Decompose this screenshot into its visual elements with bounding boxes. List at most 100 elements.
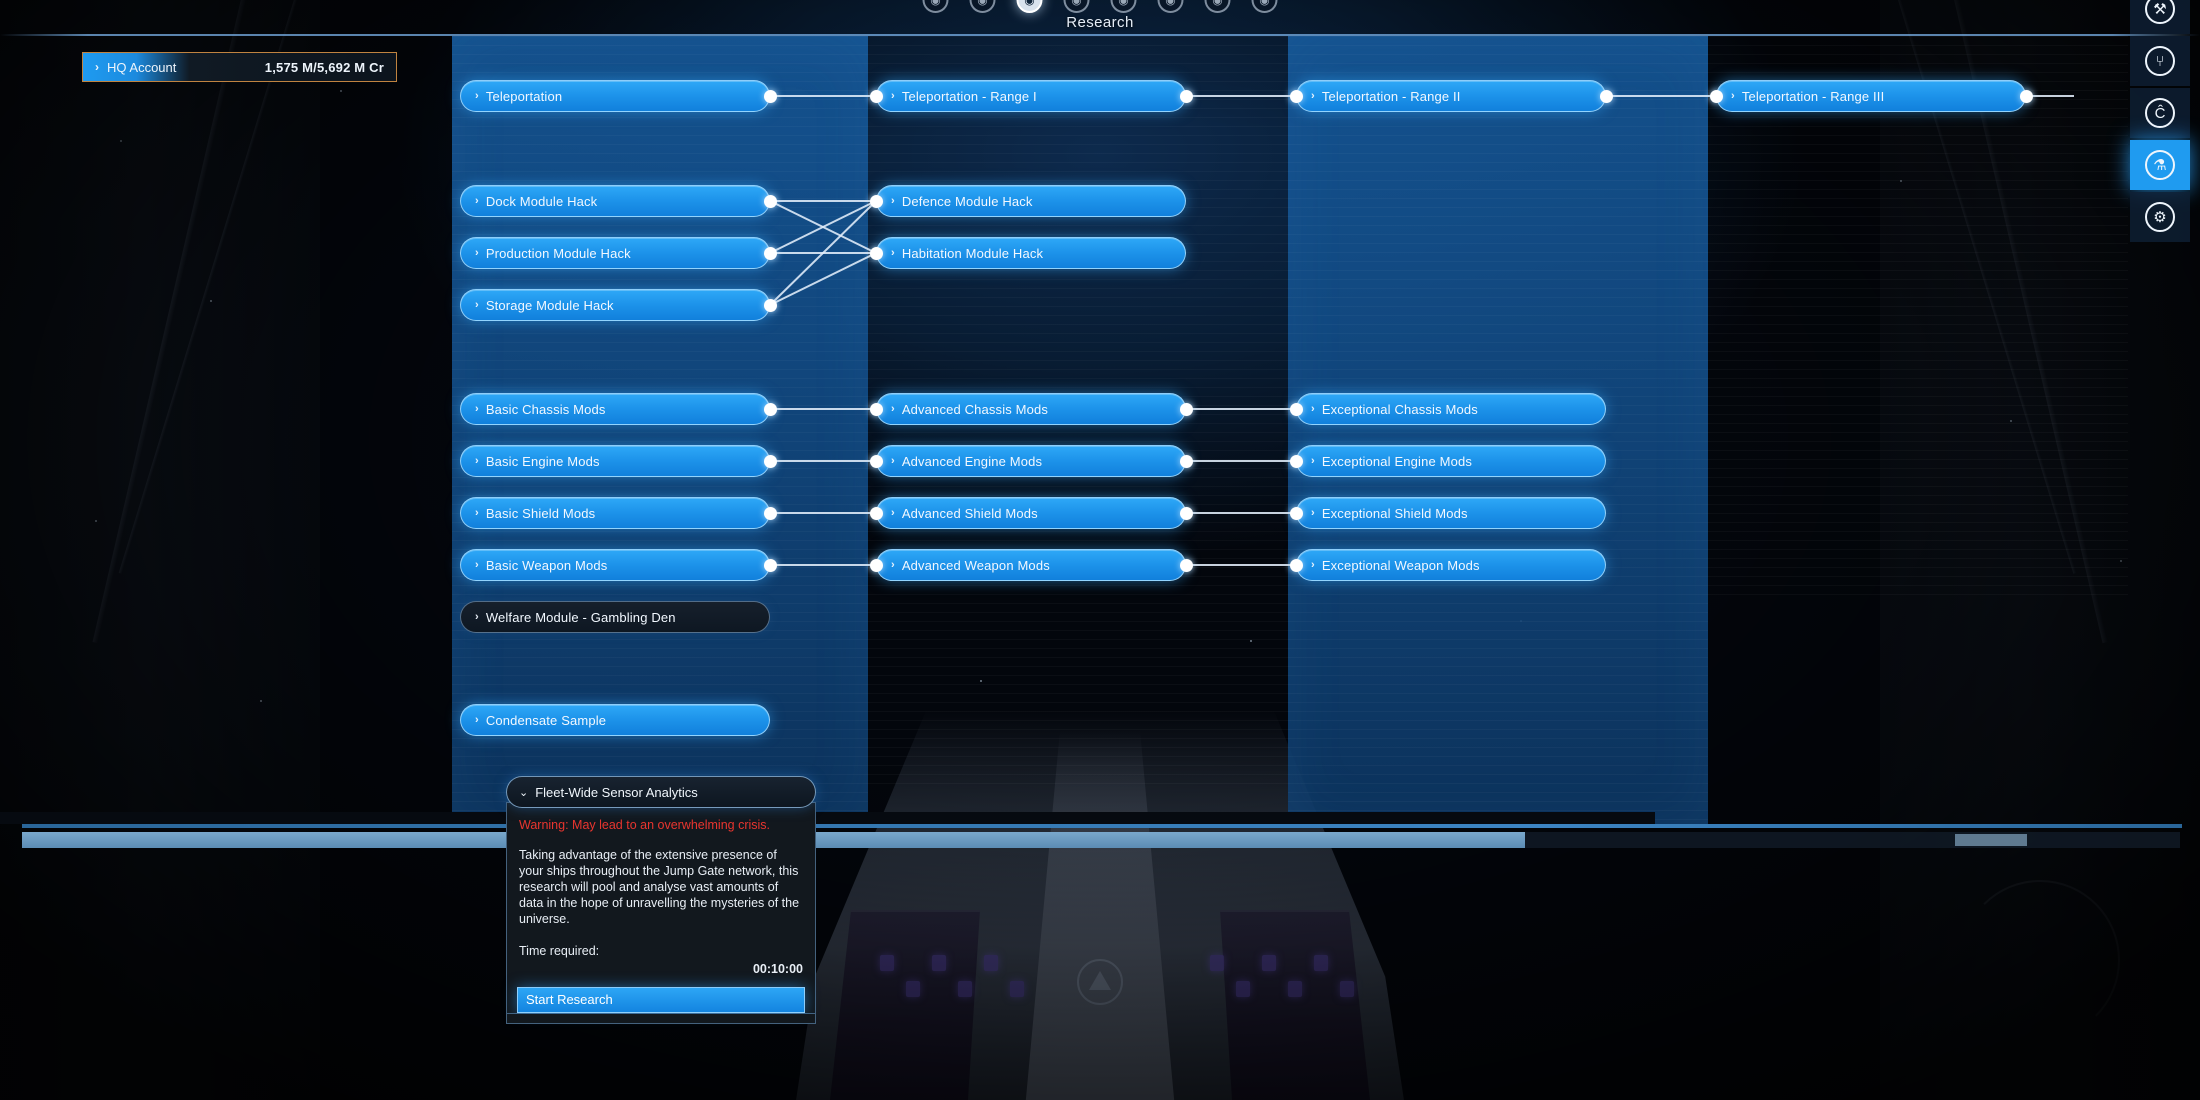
research-node-label: Production Module Hack xyxy=(485,245,631,261)
rail-button-trade-network[interactable]: ⑂ xyxy=(2130,36,2190,86)
research-node[interactable]: › Storage Module Hack xyxy=(460,289,770,321)
research-link xyxy=(1186,564,1296,566)
research-node-label: Exceptional Chassis Mods xyxy=(1321,401,1478,417)
research-node[interactable]: › Production Module Hack xyxy=(460,237,770,269)
research-node[interactable]: › Exceptional Weapon Mods xyxy=(1296,549,1606,581)
chevron-right-icon: › xyxy=(1731,90,1735,102)
research-node-label: Habitation Module Hack xyxy=(901,245,1044,261)
node-port xyxy=(763,298,777,312)
research-node[interactable]: › Teleportation xyxy=(460,80,770,112)
node-port xyxy=(869,402,883,416)
top-tab-2[interactable]: ◉ xyxy=(969,0,996,13)
hq-account-label: HQ Account xyxy=(107,59,177,75)
chevron-right-icon: › xyxy=(475,90,479,102)
node-port xyxy=(763,89,777,103)
chevron-right-icon: › xyxy=(891,559,895,571)
research-flask-icon: ⚗ xyxy=(2145,150,2175,180)
node-port xyxy=(763,506,777,520)
ship-console-left xyxy=(830,910,980,1100)
circle-icon: ◉ xyxy=(1024,0,1035,7)
console-led xyxy=(1010,981,1024,997)
chevron-right-icon: › xyxy=(475,195,479,207)
research-link xyxy=(770,408,876,410)
chevron-right-icon: › xyxy=(95,60,99,74)
node-port xyxy=(869,506,883,520)
research-node[interactable]: › Exceptional Shield Mods xyxy=(1296,497,1606,529)
hq-account-bar[interactable]: › HQ Account 1,575 M/5,692 M Cr xyxy=(82,52,397,82)
top-tab-6[interactable]: ◉ xyxy=(1157,0,1184,13)
chevron-right-icon: › xyxy=(891,507,895,519)
research-node[interactable]: › Exceptional Engine Mods xyxy=(1296,445,1606,477)
node-port xyxy=(763,402,777,416)
hud-backdrop xyxy=(0,812,1655,824)
research-node-label: Dock Module Hack xyxy=(485,193,598,209)
trade-network-icon: ⑂ xyxy=(2145,46,2175,76)
research-node[interactable]: › Advanced Engine Mods xyxy=(876,445,1186,477)
node-port xyxy=(1289,506,1303,520)
research-node[interactable]: › Advanced Weapon Mods xyxy=(876,549,1186,581)
research-node[interactable]: › Dock Module Hack xyxy=(460,185,770,217)
chevron-right-icon: › xyxy=(475,403,479,415)
rail-button-research-flask[interactable]: ⚗ xyxy=(2130,140,2190,190)
research-node[interactable]: › Basic Shield Mods xyxy=(460,497,770,529)
research-node[interactable]: › Teleportation - Range III xyxy=(1716,80,2026,112)
console-led xyxy=(1314,955,1328,971)
research-node[interactable]: › Teleportation - Range II xyxy=(1296,80,1606,112)
chevron-right-icon: › xyxy=(475,714,479,726)
chevron-right-icon: › xyxy=(891,247,895,259)
top-tab-8[interactable]: ◉ xyxy=(1251,0,1278,13)
rail-button-ship-config[interactable]: ⚙ xyxy=(2130,192,2190,242)
circle-icon: ◉ xyxy=(977,0,988,7)
console-led xyxy=(880,955,894,971)
circle-icon: ◉ xyxy=(1212,0,1223,7)
top-divider xyxy=(0,34,2200,36)
top-tab-1[interactable]: ◉ xyxy=(922,0,949,13)
research-node[interactable]: › Basic Engine Mods xyxy=(460,445,770,477)
chevron-right-icon: › xyxy=(1311,90,1315,102)
right-icon-rail[interactable]: ⚒ ⑂ Ĉ ⚗ ⚙ xyxy=(2130,0,2190,244)
hq-account-value: 1,575 M/5,692 M Cr xyxy=(264,59,384,75)
research-link xyxy=(1186,408,1296,410)
research-node[interactable]: › Teleportation - Range I xyxy=(876,80,1186,112)
start-research-button[interactable]: Start Research xyxy=(517,987,805,1013)
research-node[interactable]: › Basic Chassis Mods xyxy=(460,393,770,425)
top-tab-strip[interactable]: ◉ ◉ ◉ ◉ ◉ ◉ ◉ ◉ xyxy=(922,0,1278,13)
research-node[interactable]: › Exceptional Chassis Mods xyxy=(1296,393,1606,425)
research-node[interactable]: › Advanced Shield Mods xyxy=(876,497,1186,529)
rail-button-station-build[interactable]: ⚒ xyxy=(2130,0,2190,34)
research-node[interactable]: › Basic Weapon Mods xyxy=(460,549,770,581)
console-led xyxy=(906,981,920,997)
research-node-label: Welfare Module - Gambling Den xyxy=(485,609,676,625)
top-tab-5[interactable]: ◉ xyxy=(1110,0,1137,13)
node-port xyxy=(1289,89,1303,103)
node-port xyxy=(763,454,777,468)
research-node-label: Defence Module Hack xyxy=(901,193,1033,209)
research-link xyxy=(1186,512,1296,514)
top-tab-7[interactable]: ◉ xyxy=(1204,0,1231,13)
star xyxy=(95,520,97,522)
research-node-label: Teleportation - Range II xyxy=(1321,88,1461,104)
research-column-panel-4 xyxy=(1708,36,2128,596)
research-node[interactable]: › Welfare Module - Gambling Den xyxy=(460,601,770,633)
circle-icon: ◉ xyxy=(930,0,941,7)
detail-header[interactable]: ⌄ Fleet-Wide Sensor Analytics xyxy=(506,776,816,808)
chevron-right-icon: › xyxy=(475,455,479,467)
top-tab-3[interactable]: ◉ xyxy=(1016,0,1043,13)
research-node[interactable]: › Defence Module Hack xyxy=(876,185,1186,217)
chevron-right-icon: › xyxy=(1311,403,1315,415)
detail-body: Warning: May lead to an overwhelming cri… xyxy=(506,802,816,1014)
research-node[interactable]: › Condensate Sample xyxy=(460,704,770,736)
research-node-label: Exceptional Engine Mods xyxy=(1321,453,1472,469)
research-node-label: Basic Engine Mods xyxy=(485,453,600,469)
top-tab-4[interactable]: ◉ xyxy=(1063,0,1090,13)
research-node-label: Advanced Shield Mods xyxy=(901,505,1038,521)
node-port xyxy=(869,194,883,208)
console-led xyxy=(1236,981,1250,997)
detail-footer xyxy=(506,1014,816,1024)
research-node[interactable]: › Advanced Chassis Mods xyxy=(876,393,1186,425)
node-port xyxy=(1179,454,1193,468)
research-node[interactable]: › Habitation Module Hack xyxy=(876,237,1186,269)
chevron-right-icon: › xyxy=(1311,455,1315,467)
research-node-label: Teleportation - Range I xyxy=(901,88,1037,104)
rail-button-credits[interactable]: Ĉ xyxy=(2130,88,2190,138)
